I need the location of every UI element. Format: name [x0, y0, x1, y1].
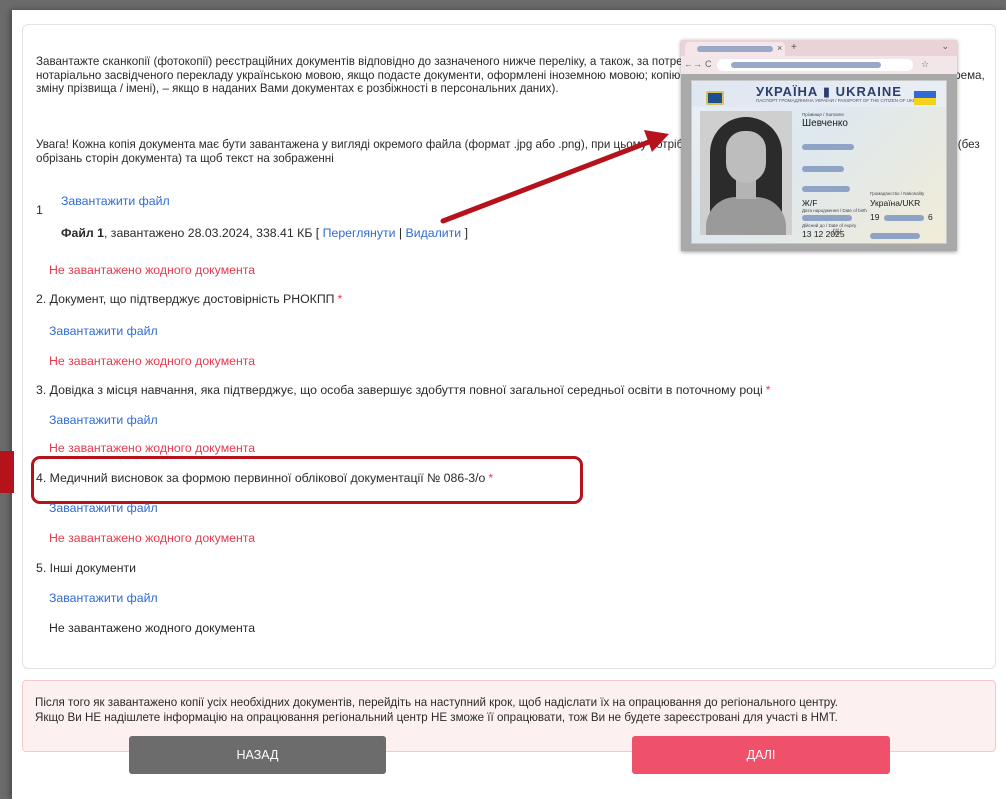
browser-tab[interactable]: ×: [685, 42, 785, 56]
doc2-status: Не завантажено жодного документа: [49, 354, 256, 368]
required-mark: *: [337, 292, 343, 306]
dob-partial-end: 6: [928, 212, 933, 222]
doc1-status: Не завантажено жодного документа: [49, 263, 256, 277]
notice-line-2: Якщо Ви НЕ надішлете інформацію на опрац…: [35, 711, 838, 724]
doc1-separator: |: [395, 226, 406, 240]
doc3-title: 3. Довідка з місця навчання, яка підтвер…: [36, 383, 771, 398]
doc4-title: 4. Медичний висновок за формою первинної…: [36, 471, 493, 486]
doc1-view-link[interactable]: Переглянути: [323, 226, 396, 240]
doc1-file-row: Файл 1, завантажено 28.03.2024, 338.41 К…: [61, 226, 468, 241]
page-frame: Завантажте сканкопії (фотокопії) реєстра…: [12, 10, 1006, 799]
close-icon[interactable]: ×: [777, 43, 782, 53]
nationality-label: Громадянство / Nationality: [870, 191, 925, 196]
tab-title-redacted: [697, 46, 773, 52]
nationality-value: Україна/UKR: [870, 198, 921, 208]
required-mark: *: [765, 383, 771, 397]
doc1-file-info: , завантажено 28.03.2024, 338.41 КБ [: [103, 226, 323, 240]
reload-icon[interactable]: C: [705, 59, 712, 69]
doc3-upload-link[interactable]: Завантажити файл: [49, 413, 158, 428]
notice-line-1: Після того як завантажено копії усіх нео…: [35, 696, 838, 709]
chevron-down-icon[interactable]: ⌄: [941, 41, 949, 52]
dob-label: Дата народження / Date of birth: [802, 208, 867, 213]
doc5-title: 5. Інші документи: [36, 561, 137, 575]
doc1-close-bracket: ]: [461, 226, 469, 240]
expiry-label: Дійсний до / Date of expiry: [802, 223, 857, 228]
back-arrow-icon[interactable]: ←: [684, 59, 693, 69]
back-button[interactable]: НАЗАД: [129, 736, 386, 774]
doc4-status: Не завантажено жодного документа: [49, 531, 256, 545]
redacted-field: [802, 166, 844, 172]
doc1-upload-link[interactable]: Завантажити файл: [61, 194, 170, 209]
doc4-upload-link[interactable]: Завантажити файл: [49, 501, 158, 516]
dob-partial-start: 19: [870, 212, 880, 222]
bookmark-star-icon[interactable]: ☆: [921, 59, 929, 70]
id-card-photo: [700, 111, 792, 235]
new-tab-icon[interactable]: +: [791, 42, 797, 53]
doc1-number: 1: [36, 203, 43, 217]
ukraine-flag-icon: [914, 91, 936, 105]
doc2-upload-link[interactable]: Завантажити файл: [49, 324, 158, 339]
next-button[interactable]: ДАЛІ: [632, 736, 890, 774]
redacted-field: [802, 215, 852, 221]
document-preview-window: × + ⌄ ← → C ☆ УКРАЇНА ▮ UKRAINE ПАСПОРТ …: [681, 40, 957, 251]
doc3-status: Не завантажено жодного документа: [49, 441, 256, 455]
url-redacted: [731, 62, 881, 68]
id-card-subtitle: ПАСПОРТ ГРОМАДЯНИНА УКРАЇНИ / PASSPORT O…: [756, 98, 927, 103]
browser-tab-bar: × + ⌄: [681, 40, 957, 56]
chip-icon: [706, 91, 724, 105]
required-mark: *: [488, 471, 494, 485]
redacted-field: [802, 186, 850, 192]
doc2-title-text: 2. Документ, що підтверджує достовірніст…: [36, 292, 335, 306]
doc1-delete-link[interactable]: Видалити: [406, 226, 462, 240]
doc4-title-text: 4. Медичний висновок за формою первинної…: [36, 471, 486, 485]
surname-label: Прізвище / Surname: [802, 112, 844, 117]
browser-url-bar: ← → C ☆: [681, 56, 957, 74]
address-input[interactable]: [717, 59, 913, 71]
signature: Ill/: [832, 227, 841, 237]
redacted-field: [870, 233, 920, 239]
doc1-file-name: Файл 1: [61, 226, 104, 240]
surname-value: Шевченко: [802, 118, 848, 129]
doc3-title-text: 3. Довідка з місця навчання, яка підтвер…: [36, 383, 763, 397]
redacted-field: [802, 144, 854, 150]
forward-arrow-icon[interactable]: →: [693, 59, 702, 69]
id-card-image: УКРАЇНА ▮ UKRAINE ПАСПОРТ ГРОМАДЯНИНА УК…: [691, 80, 947, 244]
doc5-status: Не завантажено жодного документа: [49, 621, 256, 635]
sex-value: Ж/F: [802, 198, 818, 208]
redacted-field: [884, 215, 924, 221]
highlight-marker: [0, 451, 14, 493]
doc5-upload-link[interactable]: Завантажити файл: [49, 591, 158, 606]
doc2-title: 2. Документ, що підтверджує достовірніст…: [36, 292, 342, 307]
